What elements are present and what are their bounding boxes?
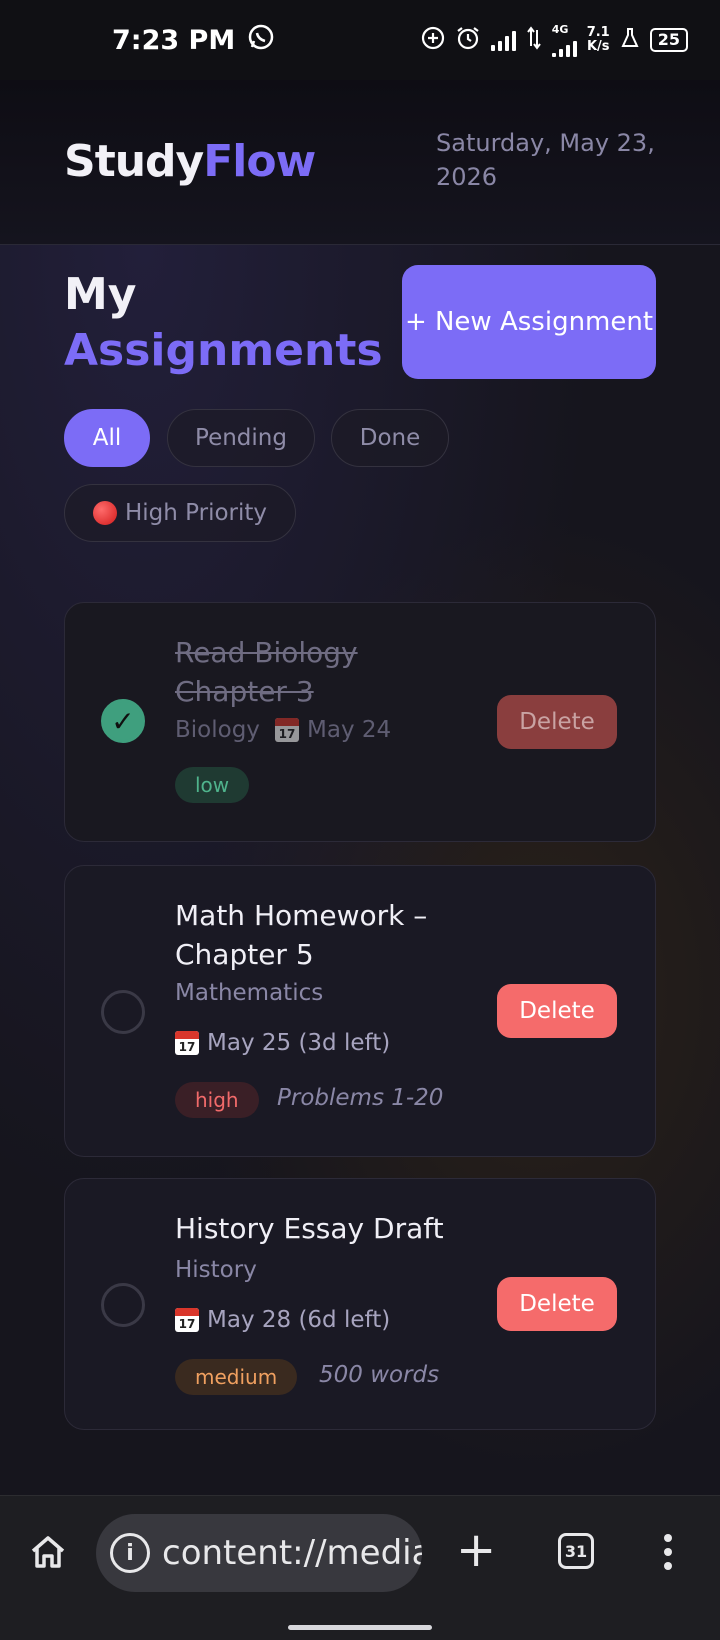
assignment-subject: History <box>175 1257 257 1283</box>
calendar-icon <box>275 718 299 742</box>
filter-pending[interactable]: Pending <box>167 409 315 467</box>
signal-icon-2 <box>551 35 577 57</box>
data-transfer-icon <box>526 26 542 54</box>
filter-high-priority[interactable]: High Priority <box>64 484 296 542</box>
whatsapp-icon <box>247 23 275 58</box>
alarm-icon <box>455 25 481 55</box>
home-icon[interactable] <box>28 1532 68 1572</box>
priority-badge: high <box>175 1082 259 1118</box>
assignment-title: Read Biology Chapter 3 <box>175 636 358 708</box>
info-icon[interactable]: i <box>110 1533 150 1573</box>
assignment-note: Problems 1-20 <box>277 1085 444 1111</box>
assignment-card: History Essay Draft History May 28 (6d l… <box>64 1178 656 1430</box>
assignment-subject: Biology <box>175 717 260 743</box>
filter-all[interactable]: All <box>64 409 150 467</box>
delete-button[interactable]: Delete <box>497 984 617 1038</box>
app-header: StudyFlow Saturday, May 23, 2026 <box>0 80 720 245</box>
assignment-card: Math Homework – Chapter 5 Mathematics Ma… <box>64 865 656 1157</box>
flask-icon <box>620 27 640 53</box>
signal-icon <box>490 29 516 51</box>
red-circle-icon <box>92 501 117 525</box>
calendar-icon <box>175 1308 199 1332</box>
clock: 7:23 PM <box>112 24 236 56</box>
browser-toolbar: i content://media + 31 <box>0 1495 720 1605</box>
more-menu-icon[interactable] <box>664 1534 672 1570</box>
filter-done[interactable]: Done <box>331 409 449 467</box>
assignment-note: 500 words <box>319 1362 440 1388</box>
data-saver-icon <box>421 26 445 54</box>
tab-switcher-icon[interactable]: 31 <box>558 1533 594 1569</box>
gesture-handle[interactable] <box>288 1625 432 1630</box>
url-text: content://media <box>162 1533 422 1573</box>
assignment-due: May 28 (6d left) <box>175 1307 390 1333</box>
assignment-title: History Essay Draft <box>175 1212 444 1245</box>
app-logo: StudyFlow <box>64 136 316 187</box>
url-bar[interactable]: i content://media <box>96 1514 422 1592</box>
battery-icon: 25 <box>649 28 688 52</box>
assignment-card: ✓ Read Biology Chapter 3 Biology May 24 … <box>64 602 656 842</box>
incomplete-checkbox[interactable] <box>101 990 145 1034</box>
new-assignment-button[interactable]: + New Assignment <box>402 265 656 379</box>
delete-button[interactable]: Delete <box>497 695 617 749</box>
status-bar: 7:23 PM 4G 7.1 K/s 25 <box>0 0 720 80</box>
system-nav-bar <box>0 1605 720 1640</box>
main-content: My Assignments + New Assignment All Pend… <box>0 245 720 1495</box>
assignment-due: May 25 (3d left) <box>175 1030 390 1056</box>
incomplete-checkbox[interactable] <box>101 1283 145 1327</box>
priority-badge: medium <box>175 1359 298 1395</box>
page-title: My Assignments <box>64 269 383 376</box>
assignment-subject: Mathematics <box>175 980 324 1006</box>
priority-badge: low <box>175 767 250 803</box>
delete-button[interactable]: Delete <box>497 1277 617 1331</box>
assignment-title: Math Homework – Chapter 5 <box>175 899 428 971</box>
new-tab-icon[interactable]: + <box>456 1526 496 1574</box>
calendar-icon <box>175 1031 199 1055</box>
network-type-label: 4G <box>551 22 569 36</box>
current-date: Saturday, May 23, 2026 <box>436 129 655 191</box>
completed-checkbox[interactable]: ✓ <box>101 699 145 743</box>
network-speed: 7.1 K/s <box>586 25 610 54</box>
assignment-due: May 24 <box>275 717 391 743</box>
